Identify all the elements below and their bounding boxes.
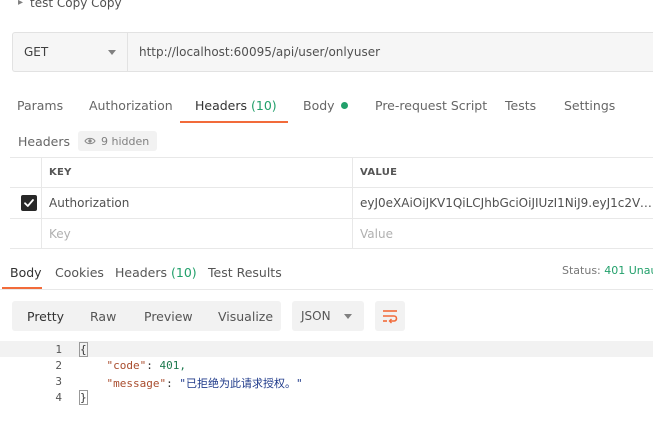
wrap-lines-icon [383,310,398,324]
code-line: 3 "message": "已拒绝为此请求授权。" [0,373,653,390]
tab-headers-count: (10) [251,98,277,113]
tab-headers[interactable]: Headers (10) [195,98,277,113]
wrap-lines-button[interactable] [375,301,405,331]
chevron-down-icon [344,314,352,319]
code-text: "code": 401, [106,359,187,372]
request-tabs: Params Authorization Headers (10) Body P… [0,92,653,122]
line-number: 1 [55,343,62,356]
line-number: 3 [55,375,62,388]
active-tab-underline [180,121,288,123]
code-text: } [79,390,88,405]
table-row-new: Key Value [10,218,653,249]
response-tab-test-results[interactable]: Test Results [208,265,282,280]
column-divider [41,219,42,248]
code-text: { [79,342,88,357]
tab-tests[interactable]: Tests [505,98,536,113]
tab-body[interactable]: Body [303,98,348,113]
response-tab-headers-label: Headers [115,265,168,280]
tab-settings[interactable]: Settings [564,98,615,113]
status-code: 401 Unaut [604,264,653,277]
table-row: Authorization eyJ0eXAiOiJKV1QiLCJhbGciOi… [10,187,653,218]
column-divider [41,158,42,187]
response-tabs: Body Cookies Headers (10) Test Results [0,258,653,290]
method-select[interactable]: GET [13,33,128,71]
tab-headers-label: Headers [195,98,248,113]
response-tab-cookies[interactable]: Cookies [55,265,104,280]
code-line: 4 } [0,389,653,405]
column-divider [352,219,353,248]
hidden-headers-toggle[interactable]: 9 hidden [78,131,158,151]
status-label: Status: [562,264,601,277]
format-label: JSON [301,309,331,323]
json-value: 401, [159,359,187,372]
column-divider [41,188,42,218]
column-header-key: KEY [49,167,72,178]
headers-label: Headers [18,134,71,149]
tab-authorization[interactable]: Authorization [89,98,173,113]
header-enabled-checkbox[interactable] [21,195,37,211]
view-pretty-button[interactable]: Pretty [27,309,64,324]
new-value-input[interactable]: Value [360,219,653,249]
body-indicator-dot [340,102,348,109]
response-tab-body[interactable]: Body [10,265,42,280]
response-body-editor[interactable]: 1 { 2 "code": 401, 3 "message": "已拒绝为此请求… [0,338,653,447]
header-value-field[interactable]: eyJ0eXAiOiJKV1QiLCJhbGciOiJIUzI1NiJ9.eyJ… [360,188,653,218]
view-raw-button[interactable]: Raw [90,309,116,324]
url-input[interactable]: http://localhost:60095/api/user/onlyuser [139,45,380,59]
view-preview-button[interactable]: Preview [144,309,193,324]
request-bar: GET http://localhost:60095/api/user/only… [12,32,653,72]
new-key-input[interactable]: Key [49,219,71,249]
line-number: 2 [55,359,62,372]
view-visualize-button[interactable]: Visualize [218,309,273,324]
header-key-field[interactable]: Authorization [49,188,129,218]
table-header-row: KEY VALUE [10,157,653,187]
line-number: 4 [55,391,62,404]
column-header-value: VALUE [360,167,398,178]
tab-params[interactable]: Params [17,98,63,113]
code-line: 2 "code": 401, [0,357,653,373]
response-active-tab-underline [2,287,42,289]
request-title-bar: ▸ test Copy Copy [0,0,653,18]
response-status: Status: 401 Unaut [562,264,653,277]
column-divider [352,158,353,187]
method-label: GET [24,45,49,59]
tab-body-label: Body [303,98,335,113]
response-tab-headers[interactable]: Headers (10) [115,265,197,280]
tab-pre-request-script[interactable]: Pre-request Script [375,98,487,113]
response-view-toolbar: Pretty Raw Preview Visualize [12,301,281,331]
chevron-down-icon [108,50,116,55]
hidden-headers-count: 9 hidden [101,134,150,148]
eye-icon [84,137,96,145]
checkmark-icon [24,199,34,207]
caret-right-icon[interactable]: ▸ [18,0,23,8]
request-name[interactable]: test Copy Copy [30,0,122,10]
code-line: 1 { [0,341,653,357]
column-divider [352,188,353,218]
response-tab-headers-count: (10) [171,265,197,280]
format-select[interactable]: JSON [292,301,364,331]
json-key: "code" [106,359,147,372]
headers-subheader: Headers 9 hidden [0,127,653,155]
